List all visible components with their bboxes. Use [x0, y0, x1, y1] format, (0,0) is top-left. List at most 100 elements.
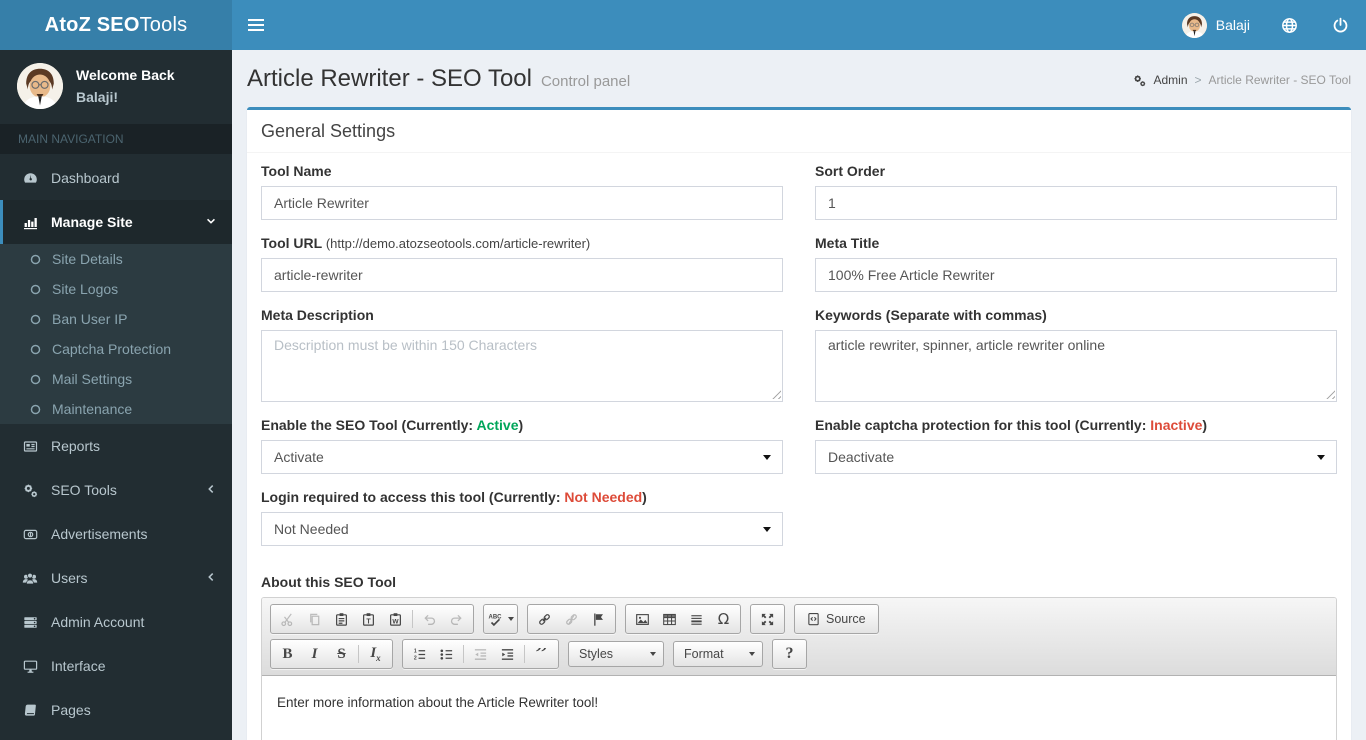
sidebar-subitem-mail-settings[interactable]: Mail Settings: [0, 364, 232, 394]
anchor-button[interactable]: [585, 607, 612, 631]
login-required-select[interactable]: Not Needed: [261, 512, 783, 546]
spellcheck-button[interactable]: ABC: [487, 607, 514, 631]
insert-image-button[interactable]: [629, 607, 656, 631]
paste-plain-text-button[interactable]: T: [355, 607, 382, 631]
meta-title-input[interactable]: [815, 258, 1337, 292]
maximize-button[interactable]: [754, 607, 781, 631]
numbered-list-button[interactable]: 12: [406, 642, 433, 666]
nav-section-header: MAIN NAVIGATION: [0, 124, 232, 154]
subitem-label: Site Logos: [52, 281, 119, 297]
format-dropdown[interactable]: Format: [673, 641, 763, 667]
captcha-select[interactable]: Deactivate: [815, 440, 1337, 474]
sidebar-subitem-captcha-protection[interactable]: Captcha Protection: [0, 334, 232, 364]
sidebar-subitem-site-logos[interactable]: Site Logos: [0, 274, 232, 304]
language-button[interactable]: [1264, 0, 1315, 50]
paste-from-word-button[interactable]: W: [382, 607, 409, 631]
special-char-button[interactable]: Ω: [710, 607, 737, 631]
subitem-label: Site Details: [52, 251, 123, 267]
blockquote-button[interactable]: ”: [528, 642, 555, 666]
source-button[interactable]: Source: [798, 607, 875, 631]
sidebar-item-admin-account[interactable]: Admin Account: [0, 600, 232, 644]
brand-logo[interactable]: AtoZ SEO Tools: [0, 0, 232, 50]
sidebar-subitem-maintenance[interactable]: Maintenance: [0, 394, 232, 424]
unlink-button[interactable]: [558, 607, 585, 631]
spellcheck-group: ABC: [483, 604, 518, 634]
meta-title-label: Meta Title: [815, 235, 880, 251]
about-tool-group: About this SEO Tool T W ABC Ω Source B I…: [261, 574, 1337, 740]
omega-icon: Ω: [717, 609, 730, 628]
paste-icon: [336, 612, 347, 626]
tool-url-input[interactable]: [261, 258, 783, 292]
increase-indent-button[interactable]: [494, 642, 521, 666]
sidebar-item-reports[interactable]: Reports: [0, 424, 232, 468]
enable-tool-select[interactable]: Activate: [261, 440, 783, 474]
source-button-label: Source: [826, 612, 866, 626]
horizontal-line-button[interactable]: [683, 607, 710, 631]
keywords-textarea[interactable]: article rewriter, spinner, article rewri…: [815, 330, 1337, 402]
sidebar: Welcome Back Balaji! MAIN NAVIGATION Das…: [0, 50, 232, 740]
paste-button[interactable]: [328, 607, 355, 631]
sidebar-item-dashboard[interactable]: Dashboard: [0, 156, 232, 200]
sidebar-user-name: Balaji!: [76, 89, 119, 105]
svg-text:2: 2: [414, 655, 417, 661]
strikethrough-button[interactable]: S: [328, 642, 355, 666]
login-required-group: Login required to access this tool (Curr…: [261, 489, 783, 546]
breadcrumb-home-link[interactable]: Admin: [1153, 73, 1187, 87]
tool-name-label: Tool Name: [261, 163, 332, 179]
styles-dropdown[interactable]: Styles: [568, 641, 664, 667]
link-button[interactable]: [531, 607, 558, 631]
italic-button[interactable]: I: [301, 642, 328, 666]
sidebar-item-users[interactable]: Users: [0, 556, 232, 600]
sidebar-subitem-site-details[interactable]: Site Details: [0, 244, 232, 274]
redo-button[interactable]: [443, 607, 470, 631]
select-arrow-icon: [1317, 455, 1325, 460]
sidebar-item-label: Advertisements: [51, 526, 148, 542]
meta-description-textarea[interactable]: [261, 330, 783, 402]
logout-button[interactable]: [1315, 0, 1366, 50]
general-settings-box: General Settings Tool Name Sort Order To…: [247, 107, 1351, 740]
copy-button[interactable]: [301, 607, 328, 631]
decrease-indent-button[interactable]: [467, 642, 494, 666]
insert-table-button[interactable]: [656, 607, 683, 631]
status-active: Active: [476, 417, 519, 433]
login-required-selected-value: Not Needed: [274, 521, 349, 537]
navbar-user-menu[interactable]: Balaji: [1168, 0, 1264, 50]
sidebar-item-advertisements[interactable]: Advertisements: [0, 512, 232, 556]
enable-tool-label: Enable the SEO Tool (Currently: Active): [261, 417, 783, 433]
tool-name-input[interactable]: [261, 186, 783, 220]
bulleted-list-button[interactable]: [433, 642, 460, 666]
manage-site-submenu-wrap: Site Details Site Logos Ban User IP Capt…: [0, 244, 232, 424]
sidebar-toggle-button[interactable]: [232, 0, 280, 50]
clipboard-group: T W: [270, 604, 474, 634]
desktop-icon: [22, 659, 38, 674]
tool-url-hint: (http://demo.atozseotools.com/article-re…: [325, 236, 591, 251]
insert-group: Ω: [625, 604, 741, 634]
bold-button[interactable]: B: [274, 642, 301, 666]
manage-site-submenu: Site Details Site Logos Ban User IP Capt…: [0, 244, 232, 424]
cut-icon: [281, 613, 293, 626]
sidebar-item-interface[interactable]: Interface: [0, 644, 232, 688]
navbar-avatar: [1181, 12, 1207, 38]
gears-icon: [22, 483, 38, 498]
cut-button[interactable]: [274, 607, 301, 631]
editor-content-area[interactable]: Enter more information about the Article…: [262, 676, 1336, 740]
about-group: ?: [772, 639, 807, 669]
sort-order-input[interactable]: [815, 186, 1337, 220]
paste-word-icon: W: [390, 612, 401, 626]
captcha-label-end: ): [1202, 417, 1208, 433]
copy-icon: [310, 613, 320, 625]
sidebar-subitem-ban-user-ip[interactable]: Ban User IP: [0, 304, 232, 334]
table-icon: [663, 613, 676, 625]
sidebar-item-manage-site[interactable]: Manage Site: [0, 200, 232, 244]
sidebar-item-seo-tools[interactable]: SEO Tools: [0, 468, 232, 512]
paste-text-icon: T: [363, 612, 374, 626]
circle-icon: [29, 344, 41, 355]
editor-help-button[interactable]: ?: [776, 642, 803, 666]
undo-button[interactable]: [416, 607, 443, 631]
image-icon: [636, 613, 649, 625]
tool-url-group: Tool URL (http://demo.atozseotools.com/a…: [261, 235, 783, 292]
login-required-label-end: ): [642, 489, 647, 505]
remove-format-button[interactable]: Ix: [362, 642, 389, 666]
sidebar-item-pages[interactable]: Pages: [0, 688, 232, 732]
box-title: General Settings: [261, 121, 396, 141]
